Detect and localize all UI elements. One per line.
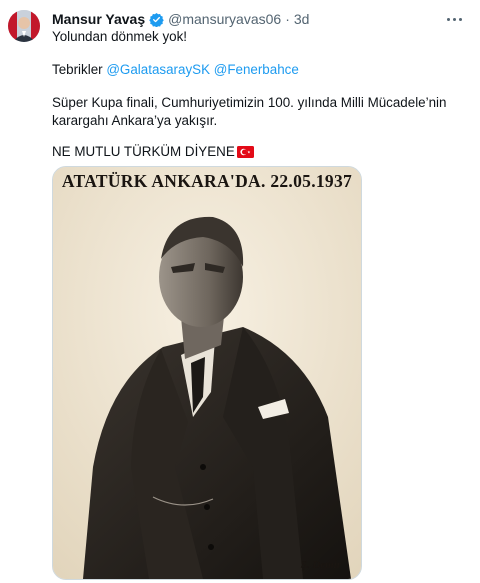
separator-dot: · bbox=[285, 11, 290, 27]
mention-galatasaray-link[interactable]: @GalatasaraySK bbox=[106, 62, 210, 77]
tweet-media-image[interactable]: ATATÜRK ANKARA'DA. 22.05.1937 Ş. Demir bbox=[52, 166, 362, 580]
tweet-text-line3a: Süper Kupa finali, Cumhuriyetimizin 100.… bbox=[52, 95, 447, 110]
tweet-timestamp[interactable]: 3d bbox=[294, 11, 310, 27]
artist-signature: Ş. Demir bbox=[300, 559, 341, 571]
author-avatar[interactable] bbox=[8, 10, 40, 42]
poster-title: ATATÜRK ANKARA'DA. 22.05.1937 bbox=[61, 171, 353, 191]
author-handle[interactable]: @mansuryavas06 bbox=[168, 11, 281, 27]
author-name[interactable]: Mansur Yavaş bbox=[52, 11, 145, 27]
avatar-photo bbox=[8, 10, 40, 42]
congrats-prefix: Tebrikler bbox=[52, 62, 103, 77]
tweet-text-line1: Yolundan dönmek yok! bbox=[52, 29, 187, 44]
tweet-text-line3b: karargahı Ankara’ya yakışır. bbox=[52, 113, 218, 128]
turkey-flag-icon bbox=[236, 146, 254, 158]
tweet-text-congrats: Tebrikler @GalatasaraySK @Fenerbahce bbox=[52, 61, 464, 79]
verified-badge-icon bbox=[149, 12, 164, 27]
ataturk-portrait-photo bbox=[53, 167, 361, 579]
tweet-header: Mansur Yavaş @mansuryavas06 · 3d bbox=[52, 10, 309, 28]
tweet-text-line4-wrap: NE MUTLU TÜRKÜM DİYENE bbox=[52, 143, 464, 161]
more-options-icon[interactable] bbox=[444, 9, 464, 29]
tweet-text-line4: NE MUTLU TÜRKÜM DİYENE bbox=[52, 144, 235, 159]
mention-fenerbahce-link[interactable]: @Fenerbahce bbox=[214, 62, 299, 77]
